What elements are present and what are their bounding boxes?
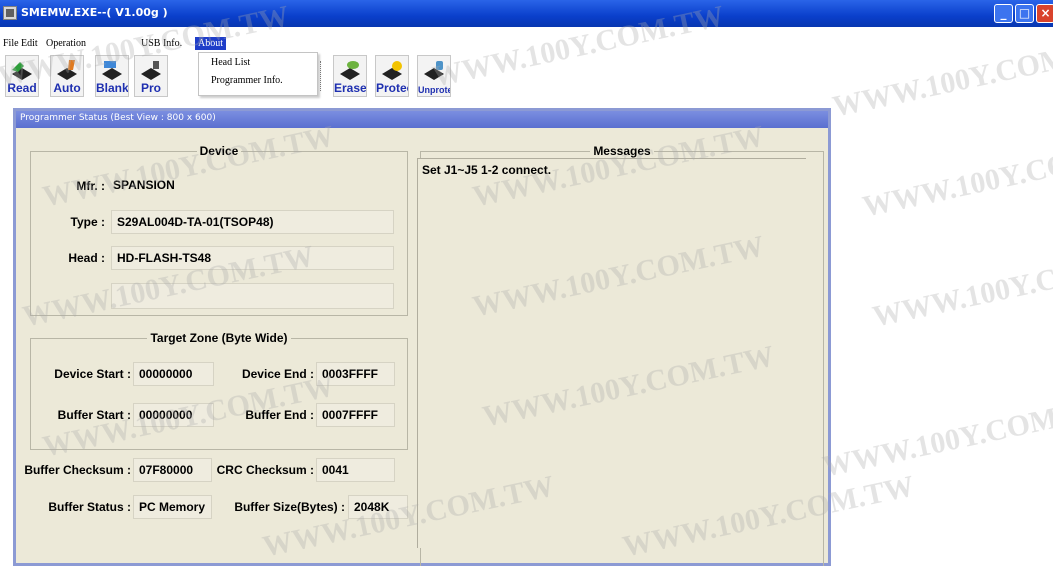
- menu-edit[interactable]: Edit: [21, 38, 38, 49]
- buffer-start-value: 00000000: [133, 403, 214, 427]
- chip-auto-icon: [57, 60, 77, 80]
- erase-label: Erase: [334, 81, 366, 95]
- chip-blank-icon: [102, 61, 122, 80]
- mfr-label: Mfr. :: [76, 179, 105, 193]
- menu-operation[interactable]: Operation: [46, 38, 86, 49]
- menu-item-head-list[interactable]: Head List: [211, 57, 250, 68]
- device-extra-field: [111, 283, 394, 309]
- pro-button[interactable]: Pro: [134, 55, 168, 97]
- buffer-status-value: PC Memory: [133, 495, 212, 519]
- auto-label: Auto: [53, 81, 81, 95]
- unprotect-label: Unprotect: [418, 85, 450, 95]
- watermark-text: WWW.100Y.COM.TW: [869, 239, 1053, 334]
- buffer-size-label: Buffer Size(Bytes) :: [234, 500, 345, 514]
- device-end-value: 0003FFFF: [316, 362, 395, 386]
- message-text: Set J1~J5 1-2 connect.: [422, 163, 552, 177]
- crc-checksum-value: 0041: [316, 458, 395, 482]
- buffer-status-label: Buffer Status :: [48, 500, 131, 514]
- watermark-text: WWW.100Y.COM.TW: [819, 389, 1053, 484]
- buffer-end-value: 0007FFFF: [316, 403, 395, 427]
- menu-item-programmer-info[interactable]: Programmer Info.: [211, 75, 283, 86]
- protect-button[interactable]: Protect: [375, 55, 409, 97]
- menu-file[interactable]: File: [3, 38, 19, 49]
- chip-unprotect-icon: [424, 61, 444, 80]
- menu-usb-info[interactable]: USB Info.: [141, 38, 182, 49]
- chip-erase-icon: [340, 61, 360, 80]
- device-start-label: Device Start :: [54, 367, 131, 381]
- type-value: S29AL004D-TA-01(TSOP48): [111, 210, 394, 234]
- status-window-title: Programmer Status (Best View : 800 x 600…: [20, 113, 216, 123]
- erase-button[interactable]: Erase: [333, 55, 367, 97]
- close-button[interactable]: ×: [1036, 4, 1053, 23]
- type-label: Type :: [70, 215, 105, 229]
- watermark-text: WWW.100Y.COM.TW: [859, 129, 1053, 224]
- messages-heading: Messages: [590, 144, 654, 158]
- chip-protect-icon: [382, 61, 402, 80]
- read-button[interactable]: Read: [5, 55, 39, 97]
- device-start-value: 00000000: [133, 362, 214, 386]
- toolbar: Read Auto Blank Pro Erase Prote Unprote: [0, 51, 1053, 101]
- crc-checksum-label: CRC Checksum :: [216, 463, 314, 477]
- blank-button[interactable]: Blank: [95, 55, 129, 97]
- device-end-label: Device End :: [241, 367, 314, 381]
- minimize-button[interactable]: _: [994, 4, 1013, 23]
- toolbar-separator: [320, 61, 323, 91]
- maximize-button[interactable]: □: [1015, 4, 1034, 23]
- unprotect-button[interactable]: Unprotect: [417, 55, 451, 97]
- menu-about[interactable]: About: [195, 37, 226, 50]
- buffer-start-label: Buffer Start :: [57, 408, 131, 422]
- device-heading: Device: [196, 144, 242, 158]
- buffer-checksum-value: 07F80000: [133, 458, 212, 482]
- read-label: Read: [7, 81, 37, 95]
- about-dropdown-menu: Head List Programmer Info.: [198, 52, 318, 96]
- mfr-value: SPANSION: [113, 178, 175, 192]
- menu-bar: File Edit Operation USB Info. About: [0, 27, 1053, 52]
- buffer-size-value: 2048K: [348, 495, 408, 519]
- messages-area[interactable]: Set J1~J5 1-2 connect.: [417, 158, 806, 548]
- title-bar: SMEMW.EXE--( V1.00g ) _ □ ×: [0, 0, 1053, 27]
- buffer-end-label: Buffer End :: [245, 408, 314, 422]
- protect-label: Protect: [376, 81, 408, 95]
- app-icon[interactable]: [3, 6, 17, 20]
- head-label: Head :: [68, 251, 105, 265]
- auto-button[interactable]: Auto: [50, 55, 84, 97]
- pro-label: Pro: [140, 81, 161, 95]
- buffer-checksum-label: Buffer Checksum :: [24, 463, 131, 477]
- blank-label: Blank: [96, 81, 128, 95]
- window-title: SMEMW.EXE--( V1.00g ): [21, 6, 168, 19]
- chip-program-icon: [141, 61, 161, 80]
- chip-read-icon: [12, 62, 32, 80]
- status-window-titlebar: Programmer Status (Best View : 800 x 600…: [16, 111, 828, 128]
- target-zone-group: Target Zone (Byte Wide): [30, 331, 408, 450]
- target-zone-heading: Target Zone (Byte Wide): [147, 331, 291, 345]
- head-value: HD-FLASH-TS48: [111, 246, 394, 270]
